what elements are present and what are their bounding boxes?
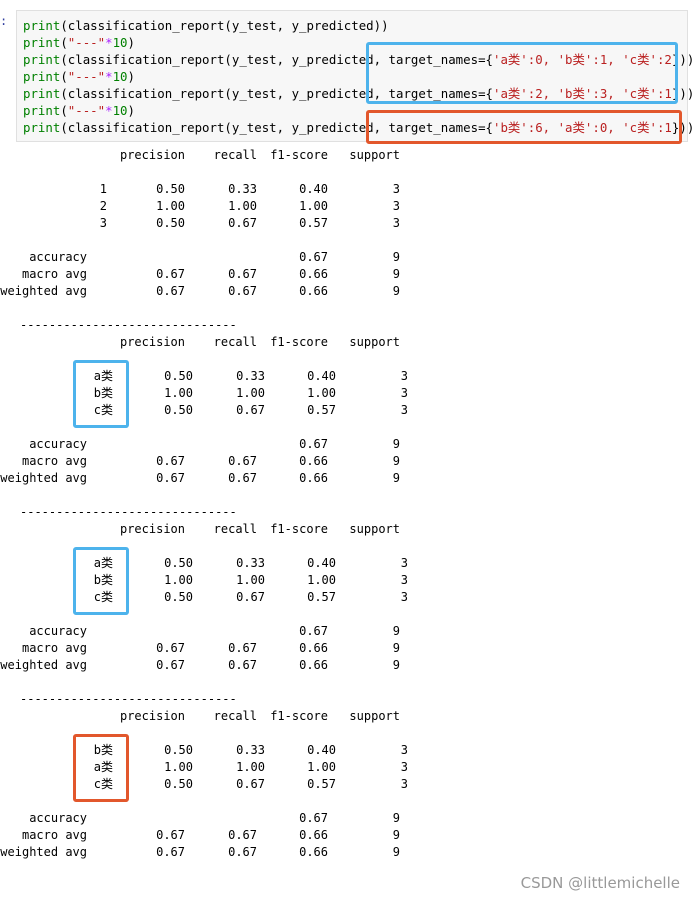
code-string: "---"	[67, 103, 106, 118]
code-paren: )	[127, 103, 135, 118]
code-paren: (	[60, 69, 68, 84]
highlight-box-orange	[366, 110, 682, 144]
cell-prompt-marker: :	[0, 14, 8, 28]
code-args: (classification_report(y_test, y_predict…	[60, 52, 389, 67]
report-summary-label: macro avg	[21, 267, 87, 281]
report-summary-cell-s: 9	[392, 828, 400, 842]
code-args: (classification_report(y_test, y_predict…	[60, 120, 389, 135]
code-operator: *	[105, 69, 113, 84]
report-summary-label: weighted avg	[0, 284, 87, 298]
code-line: print("---"*10)	[23, 102, 135, 119]
report-summary-label: weighted avg	[0, 471, 87, 485]
report-summary-cell-s: 9	[392, 845, 400, 859]
report-cell-s: 3	[400, 590, 408, 604]
report-cell-s: 3	[392, 182, 400, 196]
report-summary-cell-s: 9	[392, 658, 400, 672]
code-print-keyword: print	[23, 52, 61, 67]
report-summary-label: accuracy	[29, 811, 87, 825]
report-summary-label: accuracy	[29, 437, 87, 451]
report-cell-s: 3	[400, 556, 408, 570]
code-print-keyword: print	[23, 120, 61, 135]
code-operator: *	[105, 35, 113, 50]
code-number: 10	[112, 69, 128, 84]
report-summary-label: macro avg	[21, 828, 87, 842]
report-summary-cell-s: 9	[392, 250, 400, 264]
code-string: "---"	[67, 35, 106, 50]
report-summary-cell-s: 9	[392, 454, 400, 468]
report-cell-s: 3	[400, 777, 408, 791]
report-header-support: support	[349, 148, 400, 162]
report-cell-s: 3	[400, 369, 408, 383]
report-cell-s: 3	[400, 743, 408, 757]
report-header-support: support	[349, 709, 400, 723]
report-summary-cell-s: 9	[392, 471, 400, 485]
code-operator: *	[105, 103, 113, 118]
report-summary-label: weighted avg	[0, 658, 87, 672]
code-print-keyword: print	[23, 35, 61, 50]
report-cell-s: 3	[400, 403, 408, 417]
report-summary-label: accuracy	[29, 624, 87, 638]
report-summary-cell-s: 9	[392, 284, 400, 298]
code-paren: (	[60, 35, 68, 50]
highlight-box-blue	[366, 42, 678, 104]
label-highlight-box	[73, 360, 129, 428]
report-cell-s: 3	[392, 199, 400, 213]
code-print-keyword: print	[23, 69, 61, 84]
code-args: (classification_report(y_test, y_predict…	[60, 18, 389, 33]
code-args: (classification_report(y_test, y_predict…	[60, 86, 389, 101]
code-number: 10	[112, 35, 128, 50]
report-summary-label: accuracy	[29, 250, 87, 264]
code-line: print("---"*10)	[23, 34, 135, 51]
report-cell-s: 3	[400, 760, 408, 774]
report-summary-cell-s: 9	[392, 437, 400, 451]
report-header-support: support	[349, 335, 400, 349]
report-summary-label: macro avg	[21, 454, 87, 468]
report-cell-s: 3	[400, 573, 408, 587]
report-summary-cell-s: 9	[392, 267, 400, 281]
label-highlight-box	[73, 734, 129, 802]
code-string: "---"	[67, 69, 106, 84]
label-highlight-box	[73, 547, 129, 615]
report-summary-cell-s: 9	[392, 811, 400, 825]
report-header-support: support	[349, 522, 400, 536]
code-paren: (	[60, 103, 68, 118]
report-summary-label: macro avg	[21, 641, 87, 655]
report-cell-s: 3	[392, 216, 400, 230]
code-print-keyword: print	[23, 103, 61, 118]
code-print-keyword: print	[23, 86, 61, 101]
report-summary-cell-s: 9	[392, 624, 400, 638]
report-separator: ------------------------------	[20, 692, 237, 706]
report-cell-s: 3	[400, 386, 408, 400]
code-paren: )	[127, 69, 135, 84]
code-print-keyword: print	[23, 18, 61, 33]
code-line: print("---"*10)	[23, 68, 135, 85]
watermark: CSDN @littlemichelle	[520, 874, 680, 892]
code-number: 10	[112, 103, 128, 118]
code-paren: )	[127, 35, 135, 50]
report-summary-cell-s: 9	[392, 641, 400, 655]
report-separator: ------------------------------	[20, 318, 237, 332]
code-line: print(classification_report(y_test, y_pr…	[23, 17, 389, 34]
report-summary-label: weighted avg	[0, 845, 87, 859]
report-separator: ------------------------------	[20, 505, 237, 519]
